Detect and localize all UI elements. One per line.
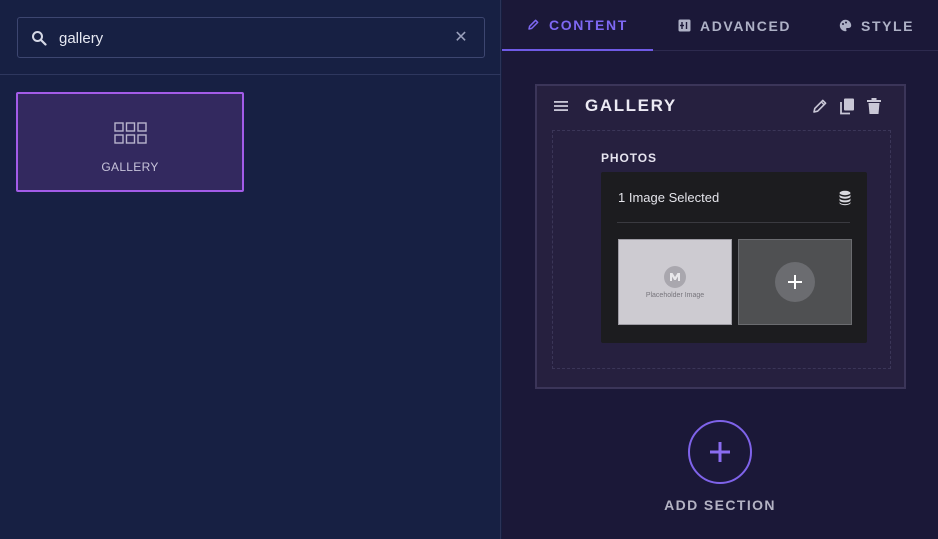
- clear-search-icon[interactable]: ✕: [452, 28, 470, 48]
- tab-content[interactable]: CONTENT: [502, 0, 653, 51]
- palette-icon: [839, 19, 852, 32]
- advanced-icon: [678, 19, 691, 32]
- add-image-button[interactable]: [738, 239, 852, 325]
- section-header: GALLERY: [537, 86, 904, 126]
- widget-tile-gallery[interactable]: GALLERY: [16, 92, 244, 192]
- database-icon[interactable]: [838, 190, 852, 206]
- duplicate-icon[interactable]: [838, 97, 856, 115]
- tab-label: ADVANCED: [700, 17, 792, 34]
- widget-panel: ✕ GALLERY: [0, 0, 501, 539]
- drag-handle-icon[interactable]: [553, 99, 569, 113]
- search-input[interactable]: [59, 26, 439, 50]
- tab-label: STYLE: [861, 17, 915, 34]
- divider: [0, 74, 501, 75]
- search-bar[interactable]: ✕: [17, 17, 485, 58]
- editor-panel: CONTENT ADVANCED STYLE GALLERY PHOTOS 1 …: [502, 0, 938, 539]
- pencil-icon: [528, 19, 539, 30]
- editor-tabs: CONTENT ADVANCED STYLE: [502, 0, 938, 51]
- plus-icon: [788, 275, 802, 289]
- add-section-button[interactable]: [688, 420, 752, 484]
- search-icon: [32, 31, 47, 46]
- tab-label: CONTENT: [549, 16, 628, 33]
- section-title: GALLERY: [585, 96, 677, 115]
- add-section-label: ADD SECTION: [664, 497, 776, 513]
- tab-style[interactable]: STYLE: [839, 0, 914, 51]
- image-thumbnail[interactable]: Placeholder Image: [618, 239, 732, 325]
- placeholder-logo-icon: [664, 266, 686, 288]
- edit-icon[interactable]: [811, 97, 829, 115]
- widget-tile-label: GALLERY: [101, 160, 159, 174]
- gallery-section: GALLERY PHOTOS 1 Image Selected Placehol…: [535, 84, 906, 389]
- photos-label: PHOTOS: [601, 151, 657, 165]
- grid-icon: [114, 122, 147, 144]
- plus-circle: [775, 262, 815, 302]
- tab-advanced[interactable]: ADVANCED: [678, 0, 791, 51]
- images-selected-count: 1 Image Selected: [618, 190, 720, 205]
- photos-field: 1 Image Selected Placeholder Image: [601, 172, 867, 343]
- trash-icon[interactable]: [865, 97, 883, 115]
- thumbnail-caption: Placeholder Image: [645, 292, 705, 299]
- divider: [617, 222, 850, 223]
- plus-icon: [710, 442, 730, 462]
